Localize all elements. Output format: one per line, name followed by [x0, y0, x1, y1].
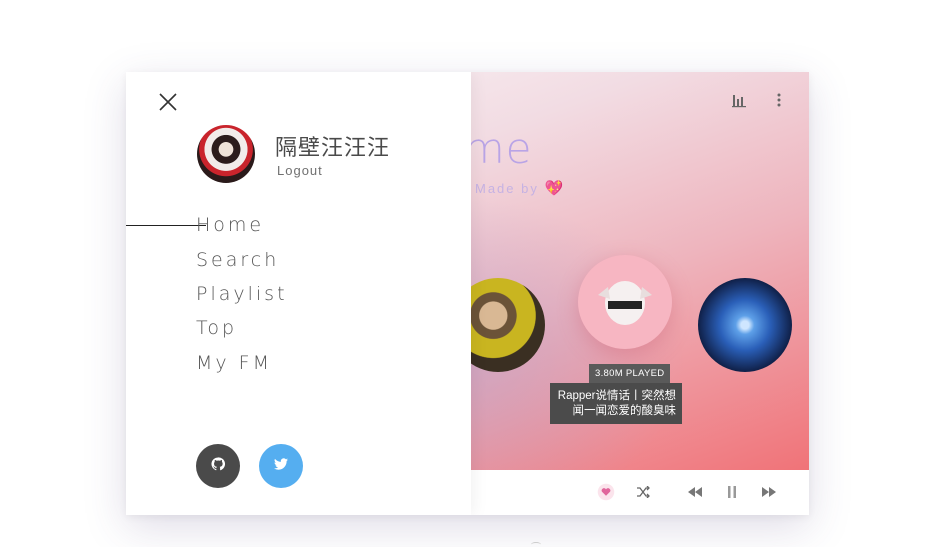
active-nav-indicator: [126, 225, 206, 226]
made-by-text: Made by: [475, 181, 539, 196]
shuffle-icon[interactable]: [634, 483, 652, 501]
like-icon[interactable]: [597, 483, 615, 501]
scroll-indicator: [531, 542, 541, 547]
heart-icon: 💖: [544, 180, 566, 197]
nav-item-top[interactable]: Top: [196, 317, 237, 339]
app-window: ome Made by 💖 3.80M PLAYED Rapper说情话丨突然想…: [126, 72, 809, 515]
github-icon: [211, 456, 226, 476]
album-cover-center[interactable]: [578, 255, 672, 349]
made-by-label: Made by 💖: [475, 179, 565, 197]
previous-icon[interactable]: [686, 483, 704, 501]
next-icon[interactable]: [760, 483, 778, 501]
top-toolbar: [731, 92, 787, 108]
more-vertical-icon[interactable]: [771, 92, 787, 108]
nav-item-search[interactable]: Search: [196, 249, 279, 271]
played-count-badge: 3.80M PLAYED: [589, 364, 671, 383]
featured-song-title[interactable]: Rapper说情话丨突然想闻一闻恋爱的酸臭味: [550, 383, 682, 424]
close-icon[interactable]: [156, 90, 180, 114]
github-button[interactable]: [196, 444, 240, 488]
equalizer-icon[interactable]: [731, 92, 747, 108]
username: 隔壁汪汪汪: [275, 136, 391, 161]
pause-icon[interactable]: [723, 483, 741, 501]
nav-item-playlist[interactable]: Playlist: [196, 283, 288, 305]
logout-link[interactable]: Logout: [277, 163, 323, 178]
album-cover-right[interactable]: [698, 278, 792, 372]
nav-item-my-fm[interactable]: My FM: [196, 352, 272, 374]
avatar[interactable]: [197, 125, 255, 183]
twitter-button[interactable]: [259, 444, 303, 488]
twitter-icon: [274, 457, 288, 475]
side-drawer: 隔壁汪汪汪 Logout Home Search Playlist Top My…: [126, 72, 471, 515]
nav-item-home[interactable]: Home: [196, 214, 264, 236]
